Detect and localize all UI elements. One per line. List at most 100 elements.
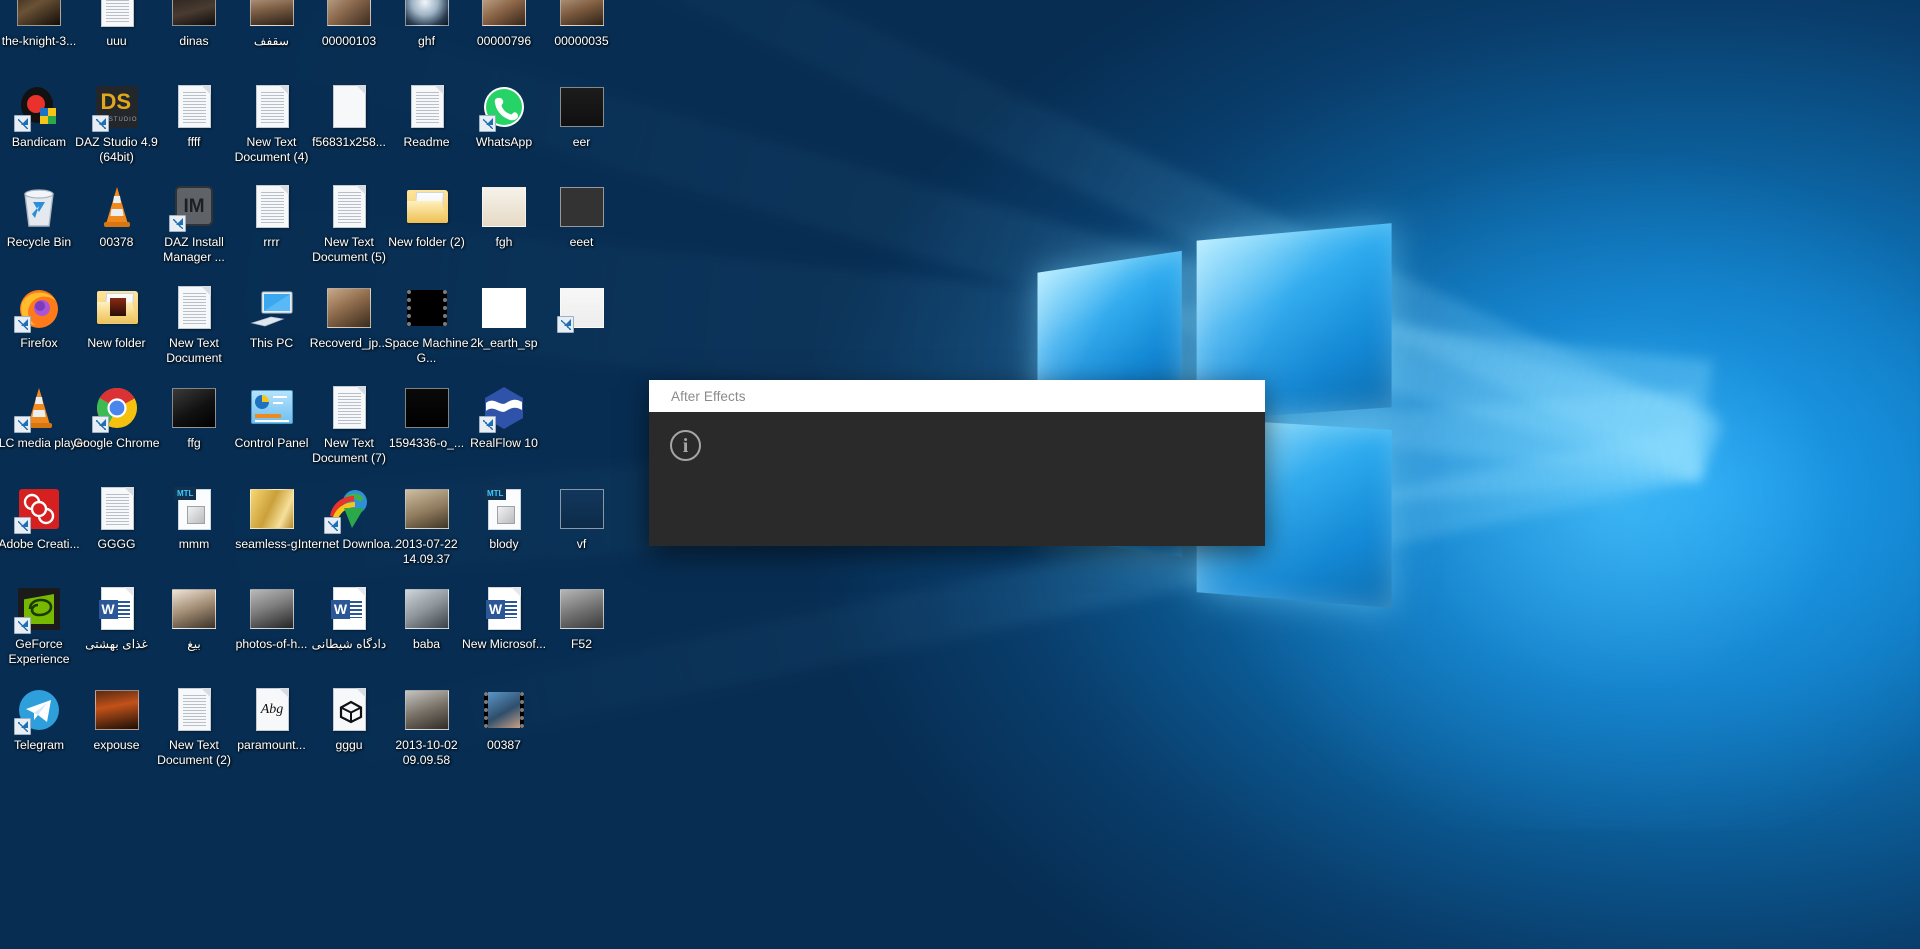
image-thumbnail: [327, 0, 371, 26]
desktop-icon-art: Abg: [248, 686, 296, 734]
desktop-icon-art: [170, 284, 218, 332]
desktop-icon[interactable]: [529, 284, 635, 336]
desktop-icon-art: [15, 183, 63, 231]
desktop-icon-art: [480, 183, 528, 231]
desktop-icon-art: [248, 384, 296, 432]
desktop-icon[interactable]: eer: [529, 83, 635, 150]
text-document-icon: [410, 84, 444, 128]
desktop-icon-art: W: [93, 585, 141, 633]
dialog-title-bar[interactable]: After Effects: [649, 380, 1265, 412]
image-thumbnail: [17, 0, 61, 26]
desktop-icon-art: [170, 0, 218, 30]
desktop-icon-art: W: [480, 585, 528, 633]
desktop-icon-art: [558, 83, 606, 131]
image-thumbnail: [404, 388, 449, 428]
dialog-title: After Effects: [671, 388, 746, 404]
text-document-icon: [333, 386, 366, 429]
desktop-icon-art: [248, 585, 296, 633]
desktop-icon-art: [325, 384, 373, 432]
shortcut-arrow-icon: [556, 315, 574, 333]
desktop-icon-art: [558, 0, 606, 30]
desktop-icon-art: [403, 0, 451, 30]
desktop-icon-art: [248, 485, 296, 533]
shortcut-arrow-icon: [479, 114, 496, 132]
desktop-icon-art: [93, 686, 141, 734]
info-icon: i: [670, 430, 701, 461]
desktop-icon-art: [15, 0, 63, 30]
desktop-icon-art: [325, 284, 373, 332]
image-thumbnail: [249, 589, 294, 629]
desktop-icon[interactable]: vf: [529, 485, 635, 552]
font-file-icon: Abg: [255, 687, 289, 731]
desktop-icon-art: [248, 0, 296, 30]
desktop-icon[interactable]: RealFlow 10: [451, 384, 557, 451]
shortcut-arrow-icon: [14, 617, 31, 634]
desktop-icon-art: [170, 384, 218, 432]
text-document-icon: [178, 285, 211, 329]
desktop-icon-art: [479, 83, 528, 132]
after-effects-dialog[interactable]: After Effects i: [649, 380, 1265, 546]
image-thumbnail: [482, 287, 526, 328]
recycle-bin-icon: [24, 189, 54, 227]
info-icon-glyph: i: [682, 435, 689, 457]
desktop-icon-art: [93, 0, 141, 30]
shortcut-arrow-icon: [91, 114, 109, 132]
desktop-icon-art: [403, 183, 451, 231]
text-document-icon: [178, 84, 211, 128]
shortcut-arrow-icon: [324, 516, 341, 534]
desktop-icon-label: vf: [576, 536, 587, 551]
desktop-icon-art: [403, 485, 451, 533]
image-thumbnail: [249, 0, 294, 26]
image-thumbnail: [482, 0, 526, 26]
text-document-icon: [255, 84, 289, 128]
image-thumbnail: [404, 589, 449, 629]
desktop-icon-art: MTL: [170, 485, 218, 533]
3d-object-file-icon: [333, 687, 366, 731]
desktop-icon-art: [93, 284, 141, 332]
shortcut-arrow-icon: [169, 215, 186, 232]
desktop-icon-art: [248, 284, 296, 332]
desktop-icon-art: [558, 485, 606, 533]
shortcut-arrow-icon: [14, 114, 31, 132]
desktop-icon[interactable]: eeet: [529, 183, 635, 250]
shortcut-arrow-icon: [14, 315, 31, 333]
desktop-icon-art: W: [325, 585, 373, 633]
desktop-icon-art: [324, 485, 373, 534]
desktop-icon-label: F52: [570, 637, 592, 651]
desktop-icon-label: eeet: [569, 235, 594, 249]
desktop-icon-art: MTL: [480, 485, 528, 533]
windows-desktop[interactable]: the-knight-3... uuu dinas سقفف 00000103 ghf 00…: [0, 0, 1920, 949]
text-document-icon: [100, 486, 134, 530]
word-document-icon: W: [331, 587, 366, 630]
desktop-icon-art: [248, 183, 296, 231]
desktop-icon-art: [403, 585, 451, 633]
folder-icon: [96, 290, 138, 324]
desktop-icon-art: [170, 83, 218, 131]
image-thumbnail: [404, 0, 449, 26]
image-thumbnail: [249, 488, 294, 529]
desktop-icon[interactable]: 00387: [451, 686, 557, 753]
desktop-icon-art: [480, 0, 528, 30]
desktop-icon-art: [91, 384, 141, 433]
desktop-icon-art: [556, 284, 606, 333]
image-thumbnail: [94, 689, 139, 730]
desktop-icon-art: [14, 686, 63, 735]
image-thumbnail: [404, 488, 449, 529]
desktop-icon-label: 2k_earth_sp: [470, 335, 538, 350]
desktop-icon-art: [14, 284, 63, 333]
word-document-icon: W: [98, 587, 134, 630]
desktop-icon-art: [170, 585, 218, 633]
desktop-icon-art: [93, 183, 141, 231]
desktop-icon-art: [479, 384, 528, 433]
this-pc-icon: [249, 291, 292, 326]
desktop-icon-art: [14, 83, 63, 132]
word-document-icon: W: [486, 587, 521, 630]
desktop-icon-art: [403, 284, 451, 332]
material-file-icon: MTL: [484, 486, 521, 530]
image-thumbnail: [559, 86, 604, 127]
desktop-icon-art: [325, 686, 373, 734]
desktop-icon[interactable]: 00000035: [529, 0, 635, 49]
image-thumbnail: [172, 589, 216, 629]
desktop-icon[interactable]: F52: [529, 585, 635, 652]
video-file-icon: [484, 691, 524, 728]
